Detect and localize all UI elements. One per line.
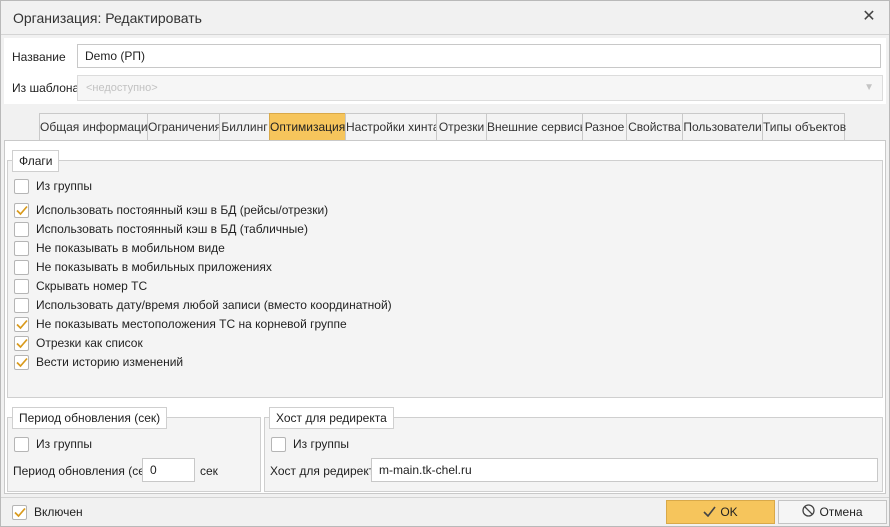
redirect-host-input[interactable]: m-main.tk-chel.ru xyxy=(371,458,878,482)
checkbox-label: Использовать постоянный кэш в БД (таблич… xyxy=(36,222,308,236)
chevron-down-icon: ▼ xyxy=(864,82,874,93)
cancel-icon xyxy=(802,502,816,524)
template-label: Из шаблона xyxy=(12,81,80,95)
checkbox-label: Включен xyxy=(34,505,83,519)
checkbox-box[interactable] xyxy=(14,203,29,218)
tab-optimization[interactable]: Оптимизация xyxy=(269,113,346,140)
checkbox-box[interactable] xyxy=(271,437,286,452)
ok-button-label: OK xyxy=(720,505,738,519)
checkmark-icon xyxy=(16,338,28,349)
flags-group: Флаги Из группы Использовать постоянный … xyxy=(7,150,883,398)
checkbox-box[interactable] xyxy=(14,336,29,351)
checkbox-box[interactable] xyxy=(14,298,29,313)
refresh-period-unit: сек xyxy=(200,464,218,478)
tab-limits[interactable]: Ограничения xyxy=(147,113,221,140)
checkbox-label: Использовать дату/время любой записи (вм… xyxy=(36,298,392,312)
checkmark-icon xyxy=(16,205,28,216)
checkbox-label: Из группы xyxy=(36,437,92,451)
flags-group-title: Флаги xyxy=(12,150,60,172)
checkbox-label: Скрывать номер ТС xyxy=(36,279,148,293)
checkbox-box[interactable] xyxy=(14,317,29,332)
checkmark-icon xyxy=(16,319,28,330)
checkbox-label: Не показывать в мобильном виде xyxy=(36,241,225,255)
dialog-footer: Включен OK Отмена xyxy=(1,497,889,526)
dialog-title: Организация: Редактировать xyxy=(13,10,202,26)
refresh-period-input[interactable]: 0 xyxy=(142,458,195,482)
edit-organization-dialog: Организация: Редактировать ✕ Название De… xyxy=(0,0,890,527)
checkbox-box[interactable] xyxy=(14,241,29,256)
checkbox-box[interactable] xyxy=(14,279,29,294)
checkbox-box[interactable] xyxy=(14,222,29,237)
checkbox-box[interactable] xyxy=(14,355,29,370)
check-icon xyxy=(703,502,716,524)
tab-properties[interactable]: Свойства xyxy=(626,113,683,140)
close-icon[interactable]: ✕ xyxy=(859,7,879,27)
checkbox-label: Не показывать местоположения ТС на корне… xyxy=(36,317,347,331)
checkbox-label: Использовать постоянный кэш в БД (рейсы/… xyxy=(36,203,329,217)
checkbox-label: Вести историю изменений xyxy=(36,355,184,369)
checkmark-icon xyxy=(16,357,28,368)
tab-general-info[interactable]: Общая информация xyxy=(39,113,154,140)
redirect-host-group-title: Хост для редиректа xyxy=(269,407,394,429)
checkbox-label: Отрезки как список xyxy=(36,336,143,350)
checkmark-icon xyxy=(14,507,26,518)
checkbox-box[interactable] xyxy=(14,260,29,275)
template-select-value: <недоступно> xyxy=(86,82,158,94)
checkbox-label: Не показывать в мобильных приложениях xyxy=(36,260,272,274)
tab-object-types[interactable]: Типы объектов xyxy=(762,113,846,140)
tab-misc[interactable]: Разное xyxy=(582,113,627,140)
refresh-period-label: Период обновления (сек) xyxy=(13,464,155,478)
tab-billing[interactable]: Биллинг xyxy=(219,113,270,140)
refresh-period-group-title: Период обновления (сек) xyxy=(12,407,168,429)
name-label: Название xyxy=(12,50,66,64)
cancel-button[interactable]: Отмена xyxy=(778,500,887,524)
tab-hint-settings[interactable]: Настройки хинта xyxy=(345,113,440,140)
dialog-titlebar: Организация: Редактировать ✕ xyxy=(1,1,889,35)
template-select[interactable]: <недоступно> ▼ xyxy=(77,75,883,101)
redirect-host-group: Хост для редиректа Из группы Хост для ре… xyxy=(264,407,883,492)
tab-bar: Общая информация Ограничения Биллинг Опт… xyxy=(4,106,886,140)
checkbox-label: Из группы xyxy=(293,437,349,451)
cancel-button-label: Отмена xyxy=(819,505,863,519)
checkbox-box[interactable] xyxy=(12,505,27,520)
tab-users[interactable]: Пользователи xyxy=(682,113,763,140)
ok-button[interactable]: OK xyxy=(666,500,775,524)
checkbox-box[interactable] xyxy=(14,437,29,452)
checkbox-label: Из группы xyxy=(36,179,92,193)
header-form: Название Demo (РП) Из шаблона <недоступн… xyxy=(4,38,886,104)
refresh-period-group: Период обновления (сек) Из группы Период… xyxy=(7,407,261,492)
checkbox-box[interactable] xyxy=(14,179,29,194)
name-input[interactable]: Demo (РП) xyxy=(77,44,881,68)
optimization-panel: Флаги Из группы Использовать постоянный … xyxy=(4,140,886,494)
tab-segments[interactable]: Отрезки xyxy=(436,113,487,140)
redirect-host-label: Хост для редиректа xyxy=(270,464,381,478)
tab-external-services[interactable]: Внешние сервисы xyxy=(486,113,588,140)
